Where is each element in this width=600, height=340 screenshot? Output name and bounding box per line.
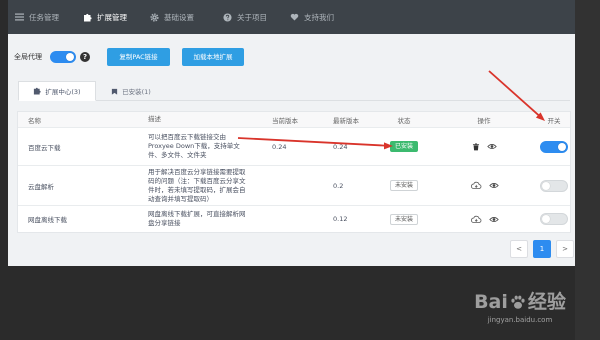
- eye-icon[interactable]: [486, 143, 497, 150]
- nav-item-about-project[interactable]: 关于项目: [223, 0, 267, 34]
- global-proxy-label: 全局代理: [14, 53, 42, 61]
- extension-table: 名称 描述 当前版本 最新版本 状态 操作 开关 百度云下载 可以把百度云下载链…: [18, 112, 570, 232]
- nav-item-extension-management[interactable]: 扩展管理: [83, 0, 127, 34]
- screen-edge: [575, 0, 600, 340]
- column-header-name[interactable]: 名称: [18, 112, 140, 127]
- status-badge: 未安装: [389, 213, 418, 225]
- eye-icon[interactable]: [488, 216, 499, 223]
- nav-item-label: 基础设置: [164, 12, 194, 22]
- cloud-download-icon[interactable]: [470, 215, 482, 224]
- cloud-download-icon[interactable]: [470, 181, 482, 190]
- extension-name: 百度云下载: [28, 143, 61, 152]
- extension-center-icon: [33, 87, 42, 95]
- pagination-next-button[interactable]: >: [556, 240, 574, 258]
- current-version: [265, 206, 325, 232]
- top-nav: 任务管理 扩展管理 基础设置 关于项目 支持我们: [8, 0, 575, 34]
- watermark-logo-left: Bai: [474, 291, 508, 313]
- status-cell: 未安装: [378, 206, 430, 232]
- actions-cell: [430, 128, 538, 165]
- tab-installed[interactable]: 已安装(1): [100, 81, 162, 101]
- installed-icon: [111, 88, 118, 95]
- watermark-url: jingyan.baidu.com: [487, 316, 553, 324]
- nav-item-task-management[interactable]: 任务管理: [15, 0, 59, 34]
- tab-extension-center[interactable]: 扩展中心(3): [18, 81, 96, 101]
- watermark-logo: Bai 经验: [452, 290, 588, 314]
- column-header-status[interactable]: 状态: [378, 112, 430, 127]
- pagination-prev-button[interactable]: <: [510, 240, 528, 258]
- nav-item-basic-settings[interactable]: 基础设置: [150, 0, 194, 34]
- list-icon: [15, 13, 24, 22]
- load-local-extension-button[interactable]: 加载本地扩展: [182, 48, 244, 66]
- tab-label: 扩展中心(3): [45, 88, 81, 96]
- status-badge: 已安装: [389, 141, 418, 152]
- actions-cell: [430, 206, 538, 232]
- nav-item-support-us[interactable]: 支持我们: [290, 0, 334, 34]
- extension-name: 网盘离线下载: [28, 216, 67, 224]
- latest-version: 0.2: [333, 181, 344, 190]
- extension-description: 可以把百度云下载链接交由Proxyee Down下载，支持单文件、多文件、文件夹: [140, 128, 265, 165]
- extension-description: 网盘离线下载扩展，可直接解析网盘分享链接: [140, 206, 265, 232]
- baidu-jingyan-watermark: Bai 经验 jingyan.baidu.com: [452, 290, 588, 324]
- switch-cell: [538, 206, 570, 232]
- status-cell: 未安装: [378, 166, 430, 205]
- paw-icon: [509, 293, 527, 311]
- copy-pac-button[interactable]: 复制PAC链接: [107, 48, 170, 66]
- column-header-switch[interactable]: 开关: [538, 112, 570, 127]
- watermark-logo-right: 经验: [527, 291, 566, 313]
- column-header-latest-version[interactable]: 最新版本: [325, 112, 378, 127]
- trash-icon[interactable]: [472, 142, 480, 151]
- column-header-current-version[interactable]: 当前版本: [265, 112, 325, 127]
- extension-enable-toggle[interactable]: [540, 140, 568, 153]
- column-header-description[interactable]: 描述: [140, 112, 265, 127]
- puzzle-icon: [83, 13, 92, 22]
- table-header-row: 名称 描述 当前版本 最新版本 状态 操作 开关: [18, 112, 570, 128]
- extension-description: 用于解决百度云分享链接需要提取码的问题（注：下载百度云分享文件时，若未填写提取码…: [140, 166, 265, 205]
- nav-item-label: 扩展管理: [97, 12, 127, 22]
- question-icon[interactable]: ?: [80, 52, 90, 62]
- table-row: 云盘解析 用于解决百度云分享链接需要提取码的问题（注：下载百度云分享文件时，若未…: [18, 166, 570, 206]
- column-header-actions[interactable]: 操作: [430, 112, 538, 127]
- nav-item-label: 关于项目: [237, 12, 267, 22]
- extension-description-text: 用于解决百度云分享链接需要提取码的问题（注：下载百度云分享文件时，若未填写提取码…: [148, 167, 246, 203]
- extension-enable-toggle[interactable]: [540, 213, 568, 225]
- nav-item-label: 支持我们: [304, 12, 334, 22]
- current-version: [265, 166, 325, 205]
- extension-description-text: 网盘离线下载扩展，可直接解析网盘分享链接: [148, 210, 246, 227]
- heart-icon: [290, 13, 299, 22]
- column-header-description-label: 描述: [148, 115, 161, 123]
- status-badge: 未安装: [389, 180, 418, 191]
- global-proxy-toggle[interactable]: [50, 51, 76, 63]
- switch-cell: [538, 166, 570, 205]
- latest-version: 0.12: [333, 215, 348, 223]
- app-window: 任务管理 扩展管理 基础设置 关于项目 支持我们 全局代理 ? 复制PAC链接 …: [0, 0, 600, 340]
- switch-cell: [538, 128, 570, 165]
- status-cell: 已安装: [378, 128, 430, 165]
- eye-icon[interactable]: [488, 182, 499, 189]
- pagination-page-button[interactable]: 1: [533, 240, 551, 258]
- current-version: 0.24: [272, 142, 287, 151]
- gear-icon: [150, 12, 159, 22]
- actions-cell: [430, 166, 538, 205]
- table-row: 百度云下载 可以把百度云下载链接交由Proxyee Down下载，支持单文件、多…: [18, 128, 570, 166]
- nav-item-label: 任务管理: [29, 12, 59, 22]
- extension-description-text: 可以把百度云下载链接交由Proxyee Down下载，支持单文件、多文件、文件夹: [148, 133, 240, 159]
- help-circle-icon: [223, 12, 232, 22]
- table-row: 网盘离线下载 网盘离线下载扩展，可直接解析网盘分享链接 0.12 未安装: [18, 206, 570, 232]
- extension-panel: 全局代理 ? 复制PAC链接 加载本地扩展 扩展中心(3) 已安装(1) 名称 …: [8, 34, 575, 266]
- extension-enable-toggle[interactable]: [540, 179, 568, 192]
- extension-name: 云盘解析: [28, 182, 54, 191]
- tab-label: 已安装(1): [122, 88, 151, 96]
- latest-version: 0.24: [333, 142, 348, 151]
